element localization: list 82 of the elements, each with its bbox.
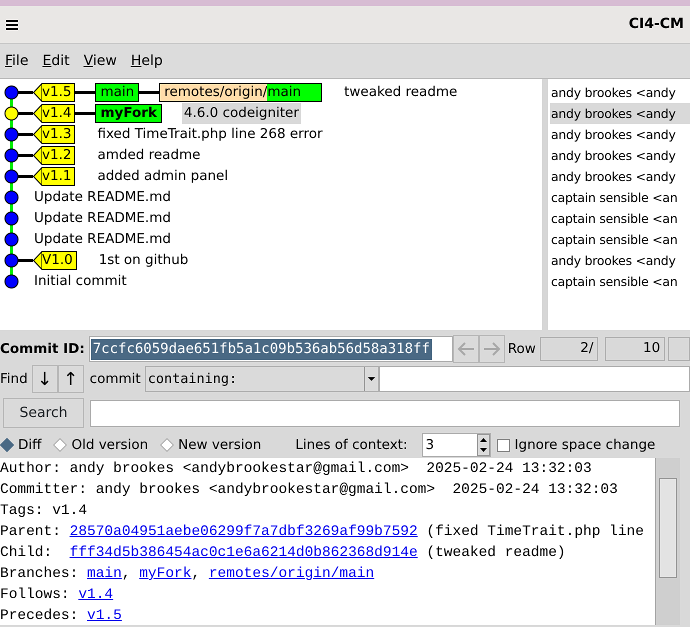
view-option-radio[interactable]: Diff (2, 434, 42, 456)
commit-dot[interactable] (4, 212, 18, 226)
find-field[interactable] (378, 366, 690, 392)
context-spinbox[interactable]: 3 (422, 433, 491, 457)
commit-link[interactable]: main (87, 566, 122, 582)
dropdown-arrow-icon (364, 367, 378, 391)
branch-label[interactable]: remotes/origin/main (159, 83, 322, 102)
commit-author[interactable]: captain sensible <an (550, 271, 690, 292)
menu-item[interactable]: File (4, 50, 30, 72)
find-mode-dropdown[interactable]: containing: (144, 366, 379, 392)
menu-item[interactable]: Edit (41, 50, 71, 72)
commit-dot[interactable] (4, 148, 18, 162)
commit-message[interactable]: amded readme (95, 145, 202, 166)
detail-line: Precedes: v1.5 (0, 607, 123, 625)
context-label: Lines of context: (295, 436, 408, 455)
commit-link[interactable]: fff34d5b386454ac0c1e6a6214d0b862368d914e (70, 545, 418, 561)
commit-author[interactable]: andy brookes <andy (550, 82, 690, 103)
find-label: Find (0, 370, 28, 389)
commit-dot[interactable] (4, 274, 18, 288)
view-option-radio[interactable]: Old version (55, 434, 148, 456)
commit-dot[interactable] (4, 190, 18, 204)
commit-message[interactable]: added admin panel (95, 166, 230, 187)
right-arrow-icon (482, 341, 501, 357)
branch-label[interactable]: main (95, 83, 140, 102)
menu-item[interactable]: Help (130, 50, 164, 72)
commit-link[interactable]: remotes/origin/main (208, 566, 374, 582)
commit-dot[interactable] (4, 128, 18, 142)
ignore-space-checkbox[interactable]: Ignore space change (496, 434, 656, 456)
left-arrow-icon (456, 341, 475, 357)
commit-link[interactable]: 28570a04951aebe06299f7a7dbf3269af99b7592 (70, 524, 418, 540)
search-button[interactable]: Search (3, 398, 84, 428)
status-field (668, 337, 690, 361)
connector-line (75, 91, 96, 94)
commit-author[interactable]: andy brookes <andy (550, 166, 690, 187)
commit-author[interactable]: andy brookes <andy (550, 124, 690, 145)
commit-id-label: Commit ID: (0, 340, 85, 359)
commit-message[interactable]: 4.6.0 codeigniter (182, 103, 301, 124)
row-number-field: 2/ (540, 337, 598, 361)
search-field[interactable] (90, 400, 680, 426)
commit-message[interactable]: Update README.md (32, 187, 173, 208)
commit-dot[interactable] (4, 106, 18, 120)
window-title: CI4-CM (628, 15, 684, 34)
detail-line: Child: fff34d5b386454ac0c1e6a6214d0b862368d914e (tweaked readme) (0, 544, 567, 563)
row-label: Row (508, 340, 536, 359)
detail-line: Tags: v1.4 (0, 502, 88, 521)
connector-line (75, 112, 96, 115)
scrollbar[interactable] (655, 458, 680, 625)
commit-message[interactable]: Update README.md (32, 208, 173, 229)
branch-label[interactable]: myFork (95, 104, 162, 123)
commit-id-field[interactable]: 7ccfc6059dae651fb5a1c09b536ab56d58a318ff (88, 336, 453, 362)
row-total-field: 10 (604, 337, 665, 361)
detail-line: Branches: main, myFork, remotes/origin/main (0, 565, 376, 584)
commit-dot[interactable] (4, 170, 18, 184)
commit-message[interactable]: tweaked readme (342, 82, 460, 103)
commit-link[interactable]: v1.4 (78, 587, 114, 603)
commit-author[interactable]: captain sensible <an (550, 208, 690, 229)
menu-icon[interactable] (6, 20, 18, 30)
detail-line: Author: andy brookes <andybrookestar@gmail.com> 2025-02-24 13:32:03 (0, 460, 593, 479)
commit-message[interactable]: 1st on github (96, 250, 190, 271)
commit-author[interactable]: andy brookes <andy (550, 103, 690, 124)
commit-link[interactable]: myFork (139, 566, 192, 582)
commit-dot[interactable] (4, 232, 18, 246)
connector-line (139, 91, 160, 94)
find-type-label: commit (90, 370, 141, 389)
commit-link[interactable]: v1.5 (87, 608, 122, 624)
spin-arrows-icon[interactable] (476, 434, 490, 456)
commit-message[interactable]: fixed TimeTrait.php line 268 error (95, 124, 325, 145)
commit-dot[interactable] (4, 86, 18, 100)
find-previous-button[interactable]: ↑ (58, 365, 84, 393)
detail-line: Follows: v1.4 (0, 586, 114, 605)
commit-message[interactable]: Update README.md (32, 229, 173, 250)
detail-line: Committer: andy brookes <andybrookestar@gmail.com> 2025-02-24 13:32:03 (0, 481, 619, 500)
commit-author[interactable]: andy brookes <andy (550, 145, 690, 166)
commit-dot[interactable] (4, 254, 18, 268)
view-option-radio[interactable]: New version (162, 434, 262, 456)
commit-author[interactable]: captain sensible <an (550, 187, 690, 208)
commit-message[interactable]: Initial commit (32, 271, 129, 292)
menu-item[interactable]: View (82, 50, 118, 72)
detail-line: Parent: 28570a04951aebe06299f7a7dbf3269af99b7592 (fixed TimeTrait.php line (0, 523, 645, 542)
commit-author[interactable]: andy brookes <andy (550, 250, 690, 271)
commit-author[interactable]: captain sensible <an (550, 229, 690, 250)
find-next-button[interactable]: ↓ (32, 365, 58, 393)
